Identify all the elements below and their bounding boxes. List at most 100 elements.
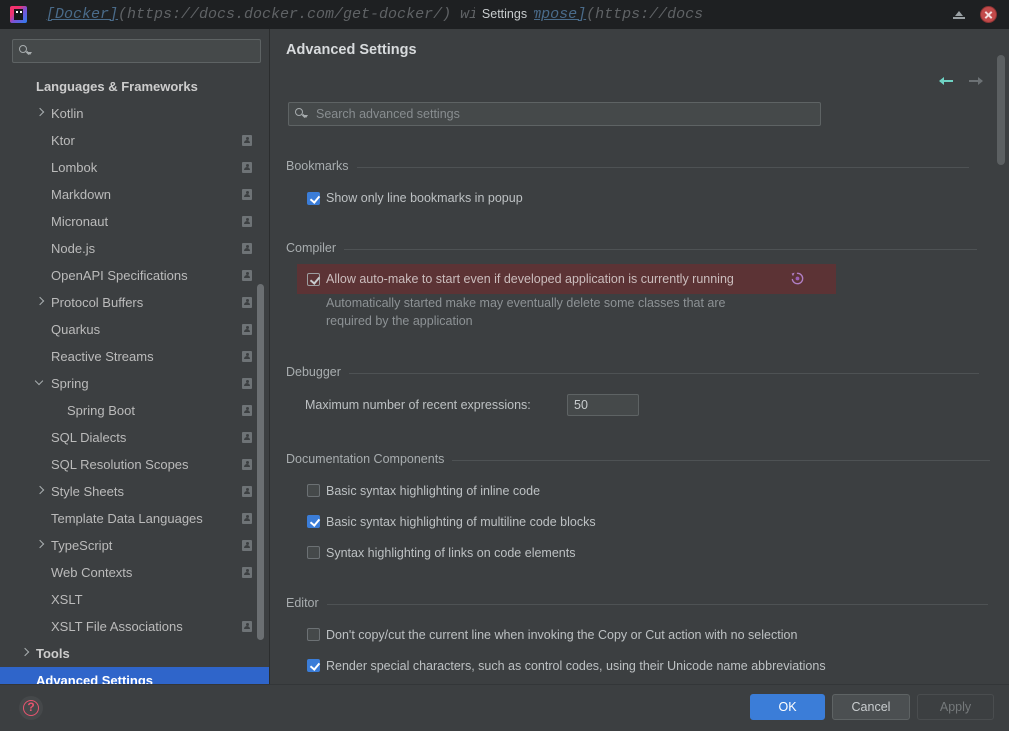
sidebar-item-xslt-file-associations[interactable]: XSLT File Associations (0, 613, 269, 640)
title-bar: [Docker](https://docs.docker.com/get-doc… (0, 0, 1009, 29)
section-header-documentation-components: Documentation Components (286, 452, 991, 466)
minimize-icon[interactable] (951, 7, 967, 23)
max-recent-expressions-input[interactable]: 50 (567, 394, 639, 416)
settings-tree: Languages & Frameworks Kotlin Ktor Lombok Ma… (0, 73, 269, 684)
help-icon (23, 700, 39, 716)
sidebar-item-ktor[interactable]: Ktor (0, 127, 269, 154)
page-title: Advanced Settings (286, 42, 417, 58)
project-scope-badge-icon (242, 621, 252, 632)
basic-syntax-inline-code-checkbox[interactable] (307, 484, 320, 497)
sidebar-item-spring[interactable]: Spring (0, 370, 269, 397)
sidebar-item-tools[interactable]: Tools (0, 640, 269, 667)
app-logo-icon (10, 6, 27, 23)
sidebar-item-sql-resolution-scopes[interactable]: SQL Resolution Scopes (0, 451, 269, 478)
section-divider (344, 249, 978, 250)
sidebar-item-markdown[interactable]: Markdown (0, 181, 269, 208)
dont-copy-cut-current-line-label: Don't copy/cut the current line when inv… (326, 628, 798, 642)
apply-button[interactable]: Apply (917, 694, 994, 720)
dont-copy-cut-current-line-checkbox[interactable] (307, 628, 320, 641)
chevron-right-icon[interactable] (36, 298, 45, 307)
sidebar-item-web-contexts[interactable]: Web Contexts (0, 559, 269, 586)
sidebar-item-label: XSLT File Associations (51, 619, 183, 634)
sidebar-item-languages-frameworks[interactable]: Languages & Frameworks (0, 73, 269, 100)
revert-icon[interactable] (790, 271, 805, 286)
sidebar-item-advanced-settings[interactable]: Advanced Settings (0, 667, 269, 684)
sidebar-item-style-sheets[interactable]: Style Sheets (0, 478, 269, 505)
sidebar-search-input[interactable] (12, 39, 261, 63)
syntax-highlight-links-checkbox[interactable] (307, 546, 320, 559)
background-link-docker: [Docker] (46, 6, 119, 23)
sidebar-item-label: Web Contexts (51, 565, 133, 580)
chevron-right-icon[interactable] (36, 109, 45, 118)
project-scope-badge-icon (242, 540, 252, 551)
sidebar-item-label: Micronaut (51, 214, 109, 229)
project-scope-badge-icon (242, 216, 252, 227)
sidebar-item-kotlin[interactable]: Kotlin (0, 100, 269, 127)
project-scope-badge-icon (242, 189, 252, 200)
sidebar-item-openapi-specifications[interactable]: OpenAPI Specifications (0, 262, 269, 289)
section-divider (348, 373, 979, 374)
sidebar-item-label: XSLT (51, 592, 83, 607)
project-scope-badge-icon (242, 324, 252, 335)
section-header-debugger: Debugger (286, 365, 979, 379)
cancel-button[interactable]: Cancel (832, 694, 910, 720)
render-special-characters-checkbox[interactable] (307, 659, 320, 672)
sidebar-item-label: Template Data Languages (51, 511, 203, 526)
sidebar-item-reactive-streams[interactable]: Reactive Streams (0, 343, 269, 370)
show-only-line-bookmarks-label: Show only line bookmarks in popup (326, 191, 523, 205)
background-editor-text: [Docker](https://docs.docker.com/get-doc… (46, 2, 703, 27)
ok-button[interactable]: OK (750, 694, 825, 720)
sidebar-item-protocol-buffers[interactable]: Protocol Buffers (0, 289, 269, 316)
allow-auto-make-checkbox[interactable] (307, 273, 320, 286)
section-divider (452, 460, 991, 461)
sidebar-item-label: Style Sheets (51, 484, 124, 499)
chevron-right-icon[interactable] (36, 487, 45, 496)
chevron-right-icon[interactable] (21, 649, 30, 658)
sidebar-scrollbar[interactable] (257, 29, 267, 684)
project-scope-badge-icon (242, 486, 252, 497)
advanced-search-input[interactable]: Search advanced settings (288, 102, 821, 126)
advanced-search-placeholder: Search advanced settings (316, 107, 460, 121)
main-scrollbar-thumb[interactable] (997, 55, 1005, 165)
project-scope-badge-icon (242, 351, 252, 362)
sidebar-item-sql-dialects[interactable]: SQL Dialects (0, 424, 269, 451)
navigate-forward-icon[interactable] (967, 72, 985, 90)
sidebar-scrollbar-thumb[interactable] (257, 284, 264, 640)
chevron-down-icon[interactable] (36, 379, 45, 388)
basic-syntax-inline-code-label: Basic syntax highlighting of inline code (326, 484, 541, 498)
basic-syntax-multiline-blocks-checkbox[interactable] (307, 515, 320, 528)
sidebar-item-xslt[interactable]: XSLT (0, 586, 269, 613)
sidebar-item-spring-boot[interactable]: Spring Boot (0, 397, 269, 424)
project-scope-badge-icon (242, 513, 252, 524)
show-only-line-bookmarks-checkbox[interactable] (307, 192, 320, 205)
sidebar-item-label: Lombok (51, 160, 98, 175)
settings-dialog: Languages & Frameworks Kotlin Ktor Lombok Ma… (0, 29, 1009, 731)
sidebar-item-typescript[interactable]: TypeScript (0, 532, 269, 559)
section-header-bookmarks: Bookmarks (286, 159, 969, 173)
sidebar-item-label: Advanced Settings (36, 673, 154, 684)
project-scope-badge-icon (242, 432, 252, 443)
sidebar-item-quarkus[interactable]: Quarkus (0, 316, 269, 343)
sidebar-item-template-data-languages[interactable]: Template Data Languages (0, 505, 269, 532)
project-scope-badge-icon (242, 297, 252, 308)
sidebar-item-label: Spring Boot (67, 403, 135, 418)
sidebar-item-label: TypeScript (51, 538, 113, 553)
section-divider (356, 167, 969, 168)
settings-sidebar: Languages & Frameworks Kotlin Ktor Lombok Ma… (0, 29, 270, 684)
sidebar-item-label: Spring (51, 376, 89, 391)
sidebar-item-label: Kotlin (51, 106, 84, 121)
sidebar-item-micronaut[interactable]: Micronaut (0, 208, 269, 235)
max-recent-expressions-label: Maximum number of recent expressions: (305, 398, 531, 412)
sidebar-item-node-js[interactable]: Node.js (0, 235, 269, 262)
help-button[interactable] (19, 696, 43, 720)
search-icon (295, 108, 308, 121)
project-scope-badge-icon (242, 459, 252, 470)
close-icon[interactable] (980, 6, 997, 23)
chevron-right-icon[interactable] (36, 541, 45, 550)
sidebar-item-label: Markdown (51, 187, 111, 202)
navigate-back-icon[interactable] (938, 72, 956, 90)
sidebar-item-label: SQL Resolution Scopes (51, 457, 189, 472)
allow-auto-make-description-line1: Automatically started make may eventuall… (326, 296, 726, 310)
sidebar-item-lombok[interactable]: Lombok (0, 154, 269, 181)
project-scope-badge-icon (242, 567, 252, 578)
